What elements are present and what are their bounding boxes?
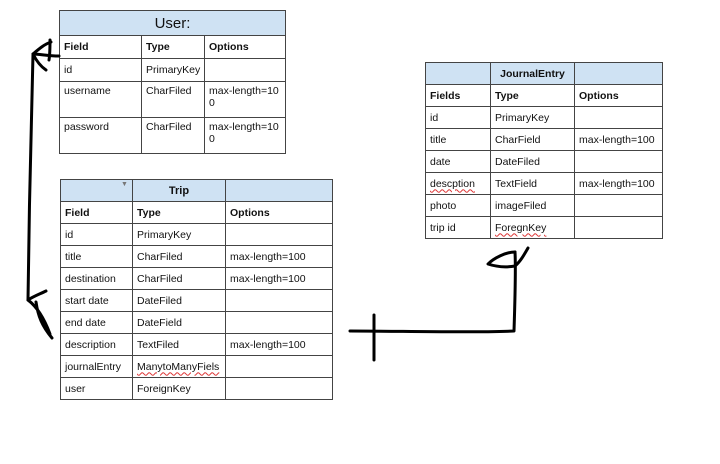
relationship-lines	[26, 38, 530, 362]
user-trip-connector	[26, 52, 61, 302]
journal-crowsfoot-mark	[486, 246, 530, 269]
trip-crowsfoot-mark	[26, 289, 54, 340]
